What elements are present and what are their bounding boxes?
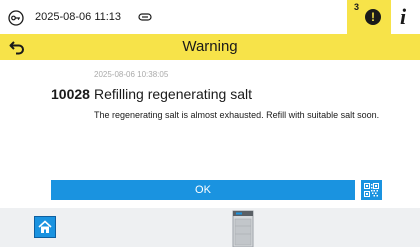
- warning-count: 3: [354, 2, 360, 12]
- qr-code-button[interactable]: [361, 180, 382, 200]
- warning-indicator[interactable]: 3 !: [347, 0, 391, 34]
- key-icon: [8, 10, 24, 26]
- message-title: Refilling regenerating salt: [94, 86, 252, 102]
- title-bar: Warning: [0, 34, 420, 60]
- qr-code-icon: [364, 183, 379, 197]
- status-datetime: 2025-08-06 11:13: [35, 11, 122, 23]
- status-bar: 2025-08-06 11:13 3 ! i: [0, 0, 420, 34]
- message-timestamp: 2025-08-06 10:38:05: [94, 70, 169, 79]
- bottom-bar: [0, 208, 420, 247]
- home-icon: [38, 220, 52, 233]
- message-code: 10028: [51, 86, 90, 102]
- link-icon: [138, 13, 152, 21]
- page-title: Warning: [182, 38, 238, 55]
- info-icon[interactable]: i: [400, 6, 406, 28]
- ok-button[interactable]: OK: [51, 180, 355, 200]
- message-description: The regenerating salt is almost exhauste…: [94, 110, 380, 120]
- dishwasher-icon[interactable]: [232, 210, 254, 247]
- warning-icon: !: [365, 9, 381, 25]
- home-button[interactable]: [34, 216, 56, 238]
